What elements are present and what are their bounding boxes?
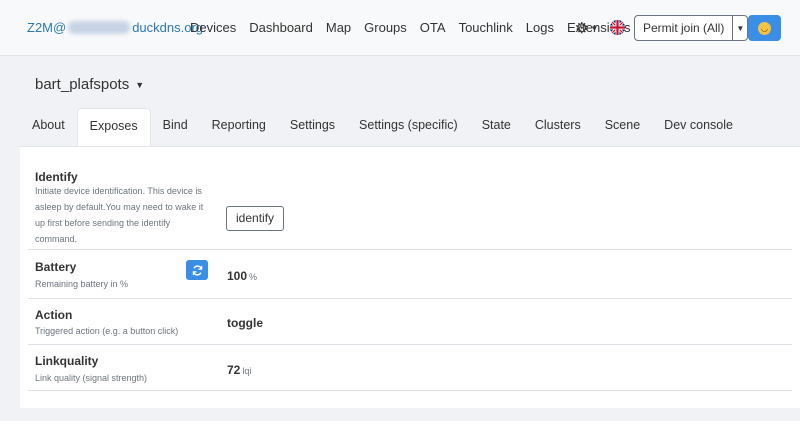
chevron-down-icon: ▼ xyxy=(590,23,599,33)
tab-exposes[interactable]: Exposes xyxy=(76,108,151,146)
device-name: bart_plafspots xyxy=(35,76,130,93)
expose-row-identify: Identify Initiate device identification.… xyxy=(28,161,792,250)
redacted-hostname xyxy=(68,21,131,34)
action-value: toggle xyxy=(227,316,263,330)
expose-row-action: Action Triggered action (e.g. a button c… xyxy=(28,299,792,345)
refresh-button[interactable] xyxy=(186,260,208,280)
identify-button[interactable]: identify xyxy=(226,206,285,231)
expose-title: Battery xyxy=(35,260,77,274)
settings-dropdown[interactable]: ⚙ ▼ xyxy=(575,19,598,37)
tab-about[interactable]: About xyxy=(20,108,77,146)
expose-title: Identify xyxy=(35,170,78,184)
permit-join-control: Permit join (All) ▼ xyxy=(634,15,749,41)
tab-dev-console[interactable]: Dev console xyxy=(652,108,745,146)
battery-unit: % xyxy=(249,272,258,282)
linkquality-number: 72 xyxy=(227,363,241,377)
brand-link[interactable]: Z2M@ duckdns.org xyxy=(27,20,203,35)
gear-icon: ⚙ xyxy=(575,20,589,37)
theme-button[interactable]: ◡ xyxy=(748,15,781,41)
expose-description: Initiate device identification. This dev… xyxy=(35,186,204,244)
expose-row-linkquality: Linkquality Link quality (signal strengt… xyxy=(28,345,792,391)
chevron-down-icon: ▼ xyxy=(135,79,145,90)
linkquality-value: 72 lqi xyxy=(227,363,251,377)
expose-description: Remaining battery in % xyxy=(35,279,129,289)
linkquality-unit: lqi xyxy=(242,366,252,376)
nav-link-devices[interactable]: Devices xyxy=(190,20,236,35)
battery-number: 100 xyxy=(227,269,248,283)
tab-reporting[interactable]: Reporting xyxy=(200,108,278,146)
tab-scene[interactable]: Scene xyxy=(593,108,652,146)
chevron-down-icon: ▼ xyxy=(736,23,745,33)
permit-join-button[interactable]: Permit join (All) xyxy=(635,16,734,40)
expose-description: Link quality (signal strength) xyxy=(35,373,148,383)
nav-link-touchlink[interactable]: Touchlink xyxy=(459,20,513,35)
nav-link-dashboard[interactable]: Dashboard xyxy=(249,20,313,35)
tab-bind[interactable]: Bind xyxy=(151,108,200,146)
tab-settings-specific[interactable]: Settings (specific) xyxy=(347,108,470,146)
expose-description: Triggered action (e.g. a button click) xyxy=(35,326,179,336)
smile-icon: ◡ xyxy=(758,21,771,35)
expose-title: Action xyxy=(35,308,73,322)
tab-clusters[interactable]: Clusters xyxy=(523,108,593,146)
device-selector[interactable]: bart_plafspots ▼ xyxy=(35,76,144,93)
uk-flag-icon[interactable] xyxy=(610,20,625,35)
tab-settings[interactable]: Settings xyxy=(278,108,347,146)
brand-prefix: Z2M@ xyxy=(27,20,67,35)
nav-link-groups[interactable]: Groups xyxy=(364,20,407,35)
permit-join-dropdown[interactable]: ▼ xyxy=(733,16,747,40)
expose-title: Linkquality xyxy=(35,354,99,368)
exposes-panel: Identify Initiate device identification.… xyxy=(20,146,800,408)
expose-row-battery: Battery Remaining battery in % 100% xyxy=(28,250,792,299)
top-navbar: Z2M@ duckdns.org Devices Dashboard Map G… xyxy=(0,0,800,56)
battery-value: 100% xyxy=(227,269,257,283)
tab-state[interactable]: State xyxy=(470,108,523,146)
device-tabs: About Exposes Bind Reporting Settings Se… xyxy=(20,108,745,146)
nav-link-logs[interactable]: Logs xyxy=(526,20,554,35)
nav-link-ota[interactable]: OTA xyxy=(420,20,446,35)
refresh-icon xyxy=(192,264,202,276)
nav-link-map[interactable]: Map xyxy=(326,20,351,35)
